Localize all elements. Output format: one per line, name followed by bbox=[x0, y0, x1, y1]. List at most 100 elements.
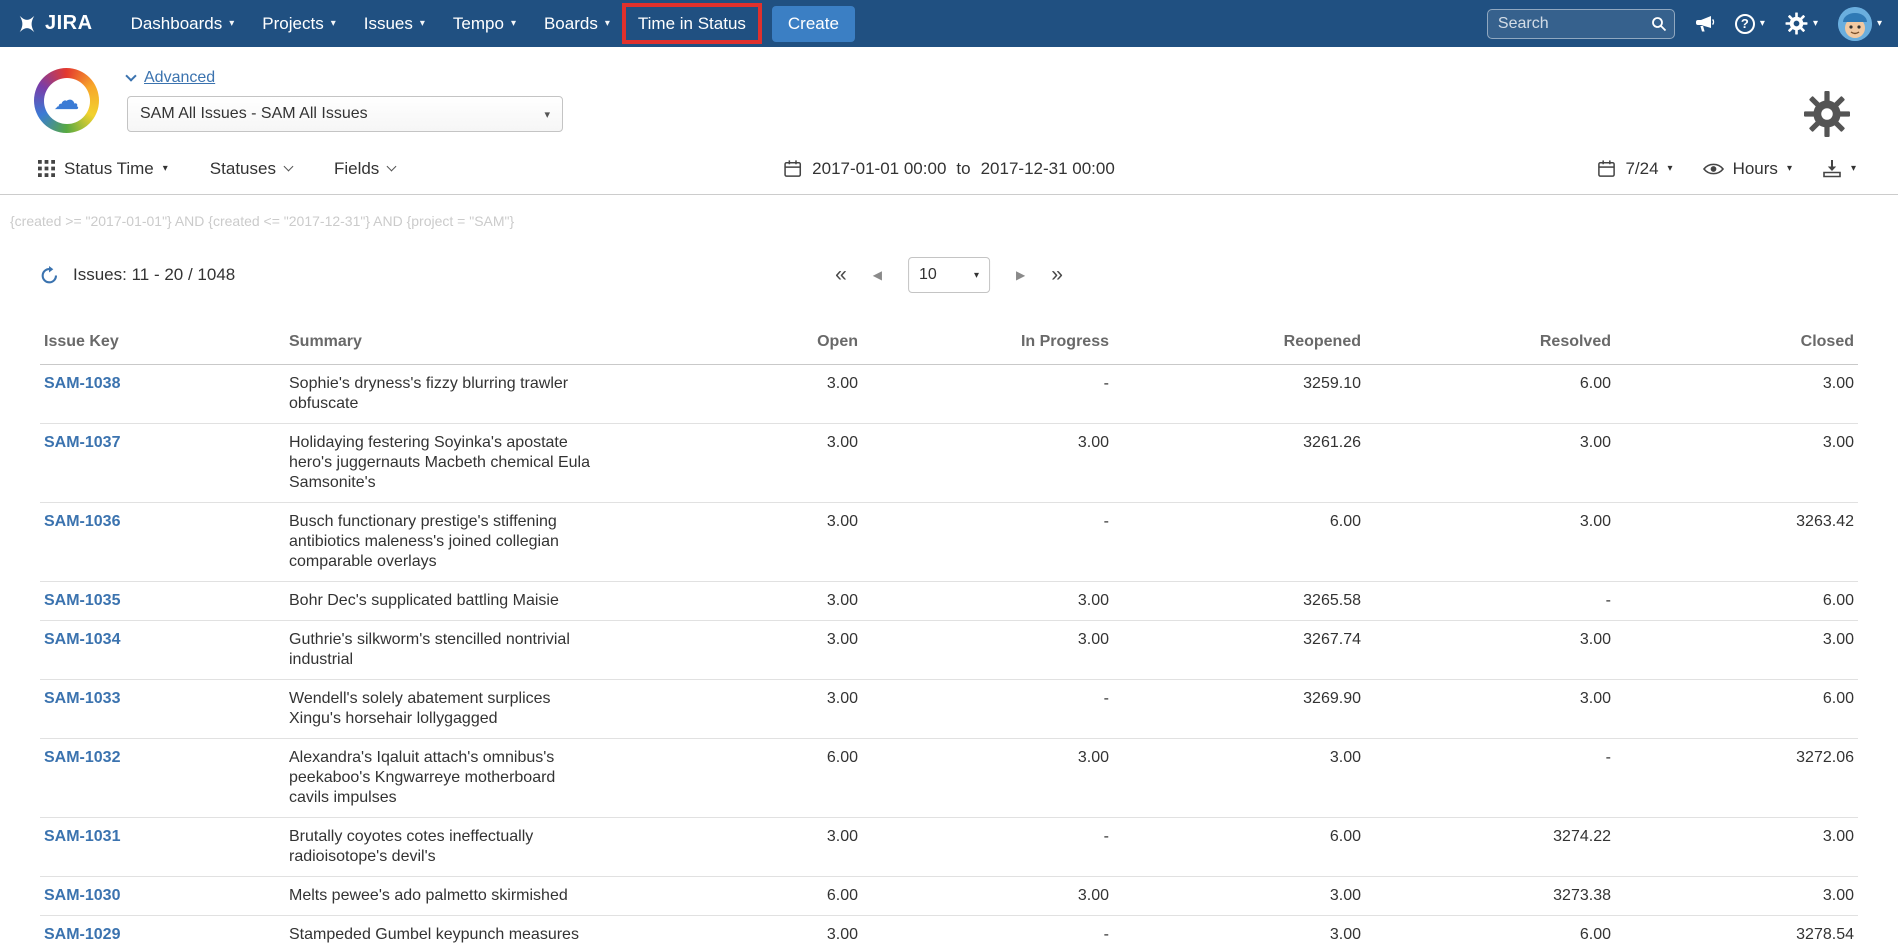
jql-query-text: {created >= "2017-01-01"} AND {created <… bbox=[0, 195, 1898, 229]
avatar bbox=[1838, 7, 1872, 41]
nav-item-tempo[interactable]: Tempo ▾ bbox=[439, 0, 530, 47]
nav-item-label: Issues bbox=[364, 14, 413, 34]
issue-key-link[interactable]: SAM-1035 bbox=[44, 592, 120, 609]
cell-open: 3.00 bbox=[610, 916, 862, 946]
issue-key-link[interactable]: SAM-1036 bbox=[44, 513, 120, 530]
cell-resolved: - bbox=[1365, 582, 1615, 621]
nav-item-dashboards[interactable]: Dashboards ▾ bbox=[117, 0, 249, 47]
display-mode-menu[interactable]: Hours ▾ bbox=[1703, 159, 1792, 179]
gear-icon bbox=[1785, 12, 1808, 35]
issue-key-link[interactable]: SAM-1032 bbox=[44, 749, 120, 766]
cell-summary: Sophie's dryness's fizzy blurring trawle… bbox=[285, 365, 610, 424]
jira-brand[interactable]: JIRA bbox=[16, 12, 93, 35]
settings-gear-icon[interactable] bbox=[1804, 91, 1850, 142]
cell-open: 3.00 bbox=[610, 503, 862, 582]
status-time-label: Status Time bbox=[64, 159, 154, 179]
navbar-right: ? ▾ bbox=[1487, 7, 1882, 41]
project-avatar: ☁ bbox=[34, 68, 99, 133]
nav-item-time-in-status[interactable]: Time in Status bbox=[624, 0, 760, 47]
cell-summary: Bohr Dec's supplicated battling Maisie bbox=[285, 582, 610, 621]
admin-gear-menu[interactable]: ▾ bbox=[1785, 12, 1818, 35]
col-header-resolved: Resolved bbox=[1365, 327, 1615, 365]
help-menu[interactable]: ? ▾ bbox=[1735, 14, 1765, 34]
page-size-select[interactable]: 10 ▾ bbox=[908, 257, 990, 293]
export-icon bbox=[1822, 159, 1842, 178]
cell-summary: Alexandra's Iqaluit attach's omnibus's p… bbox=[285, 739, 610, 818]
export-menu[interactable]: ▾ bbox=[1822, 159, 1856, 178]
top-navbar: JIRA Dashboards ▾ Projects ▾ Issues ▾ Te… bbox=[0, 0, 1898, 47]
issue-key-link[interactable]: SAM-1033 bbox=[44, 690, 120, 707]
issue-key-link[interactable]: SAM-1034 bbox=[44, 631, 120, 648]
search-icon[interactable] bbox=[1651, 16, 1667, 37]
chevron-down-icon: ▾ bbox=[1813, 18, 1818, 29]
cell-reopened: 3261.26 bbox=[1113, 424, 1365, 503]
cell-summary: Holidaying festering Soyinka's apostate … bbox=[285, 424, 610, 503]
nav-item-label: Boards bbox=[544, 14, 598, 34]
cell-reopened: 3.00 bbox=[1113, 916, 1365, 946]
nav-item-boards[interactable]: Boards ▾ bbox=[530, 0, 624, 47]
prev-page-button[interactable]: ◀ bbox=[873, 268, 882, 282]
issues-count-text: Issues: 11 - 20 / 1048 bbox=[73, 265, 235, 285]
cell-issue-key: SAM-1030 bbox=[40, 877, 285, 916]
nav-item-projects[interactable]: Projects ▾ bbox=[248, 0, 349, 47]
calendar-mode-menu[interactable]: 7/24 ▾ bbox=[1597, 159, 1672, 179]
issue-key-link[interactable]: SAM-1029 bbox=[44, 926, 120, 943]
search-input[interactable] bbox=[1487, 9, 1675, 39]
grid-icon bbox=[38, 160, 55, 177]
statuses-menu[interactable]: Statuses bbox=[210, 159, 292, 179]
table-row: SAM-1033 Wendell's solely abatement surp… bbox=[40, 680, 1858, 739]
cell-summary: Stampeded Gumbel keypunch measures hints… bbox=[285, 916, 610, 946]
user-menu[interactable]: ▾ bbox=[1838, 7, 1882, 41]
date-to-word: to bbox=[956, 159, 970, 179]
table-row: SAM-1035 Bohr Dec's supplicated battling… bbox=[40, 582, 1858, 621]
cell-resolved: - bbox=[1365, 739, 1615, 818]
nav-item-label: Tempo bbox=[453, 14, 504, 34]
cell-open: 3.00 bbox=[610, 621, 862, 680]
cell-reopened: 6.00 bbox=[1113, 818, 1365, 877]
cell-in-progress: 3.00 bbox=[862, 424, 1113, 503]
date-range[interactable]: 2017-01-01 00:00 to 2017-12-31 00:00 bbox=[783, 159, 1115, 179]
chevron-down-icon: ▾ bbox=[1668, 163, 1673, 174]
cell-summary: Guthrie's silkworm's stencilled nontrivi… bbox=[285, 621, 610, 680]
col-header-summary: Summary bbox=[285, 327, 610, 365]
cloud-icon: ☁ bbox=[44, 78, 90, 124]
next-page-button[interactable]: ▶ bbox=[1016, 268, 1025, 282]
create-button[interactable]: Create bbox=[772, 6, 855, 42]
chevron-down-icon: ▾ bbox=[163, 163, 168, 174]
cell-open: 6.00 bbox=[610, 739, 862, 818]
statuses-label: Statuses bbox=[210, 159, 276, 179]
cell-resolved: 3273.38 bbox=[1365, 877, 1615, 916]
first-page-button[interactable]: « bbox=[835, 263, 847, 287]
issue-key-link[interactable]: SAM-1030 bbox=[44, 887, 120, 904]
issue-key-link[interactable]: SAM-1038 bbox=[44, 375, 120, 392]
cell-closed: 6.00 bbox=[1615, 582, 1858, 621]
cell-reopened: 3259.10 bbox=[1113, 365, 1365, 424]
date-to: 2017-12-31 00:00 bbox=[981, 159, 1115, 179]
cell-open: 3.00 bbox=[610, 424, 862, 503]
eye-icon bbox=[1703, 162, 1724, 176]
cell-open: 3.00 bbox=[610, 818, 862, 877]
nav-item-issues[interactable]: Issues ▾ bbox=[350, 0, 439, 47]
cell-issue-key: SAM-1031 bbox=[40, 818, 285, 877]
issue-key-link[interactable]: SAM-1031 bbox=[44, 828, 120, 845]
pagination: « ◀ 10 ▾ ▶ » bbox=[835, 257, 1063, 293]
megaphone-icon[interactable] bbox=[1695, 14, 1715, 33]
cell-in-progress: 3.00 bbox=[862, 582, 1113, 621]
brand-text: JIRA bbox=[45, 12, 93, 35]
cell-reopened: 3265.58 bbox=[1113, 582, 1365, 621]
table-row: SAM-1031 Brutally coyotes cotes ineffect… bbox=[40, 818, 1858, 877]
cell-issue-key: SAM-1029 bbox=[40, 916, 285, 946]
filter-select[interactable]: SAM All Issues - SAM All Issues ▾ bbox=[127, 96, 563, 132]
cell-reopened: 3.00 bbox=[1113, 877, 1365, 916]
issue-key-link[interactable]: SAM-1037 bbox=[44, 434, 120, 451]
refresh-icon[interactable] bbox=[40, 266, 59, 285]
cell-closed: 3.00 bbox=[1615, 424, 1858, 503]
col-header-closed: Closed bbox=[1615, 327, 1858, 365]
filter-header: ☁ Advanced SAM All Issues - SAM All Issu… bbox=[0, 47, 1898, 143]
fields-menu[interactable]: Fields bbox=[334, 159, 395, 179]
cell-in-progress: 3.00 bbox=[862, 877, 1113, 916]
advanced-link[interactable]: Advanced bbox=[144, 69, 215, 87]
last-page-button[interactable]: » bbox=[1051, 263, 1063, 287]
chevron-down-icon: ▾ bbox=[229, 18, 234, 29]
status-time-menu[interactable]: Status Time ▾ bbox=[38, 159, 168, 179]
